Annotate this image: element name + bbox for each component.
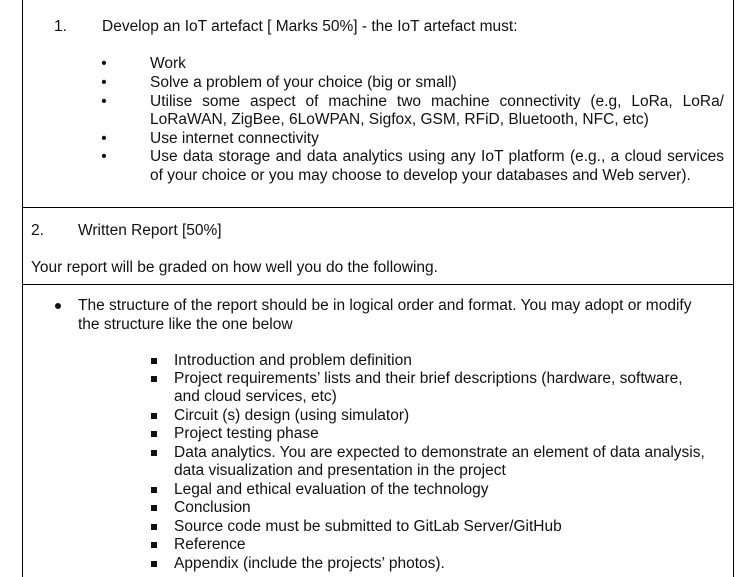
- item2-number: 2.: [31, 222, 44, 239]
- structure-point: The structure of the report should be in…: [78, 297, 692, 314]
- bullet-dot-icon: •: [101, 130, 107, 147]
- item1-bullet-continuation: LoRaWAN, ZigBee, 6LoWPAN, Sigfox, GSM, R…: [150, 111, 649, 128]
- square-bullet-icon: [151, 450, 157, 456]
- structure-item: Source code must be submitted to GitLab …: [174, 518, 562, 535]
- item1-number: 1.: [54, 18, 67, 35]
- structure-item: Reference: [174, 536, 246, 553]
- square-bullet-icon: [151, 561, 157, 567]
- bullet-dot-icon: •: [101, 148, 107, 165]
- item2-intro: Your report will be graded on how well y…: [31, 259, 438, 276]
- structure-item: Conclusion: [174, 499, 251, 516]
- square-bullet-icon: [151, 376, 157, 382]
- structure-item: Data analytics. You are expected to demo…: [174, 444, 705, 461]
- item1-bullet: Work: [150, 55, 186, 72]
- square-bullet-icon: [151, 358, 157, 364]
- square-bullet-icon: [151, 505, 157, 511]
- item1-heading: Develop an IoT artefact [ Marks 50%] - t…: [102, 18, 518, 35]
- structure-item-continuation: data visualization and presentation in t…: [174, 462, 506, 479]
- item1-bullet-continuation: of your choice or you may choose to deve…: [150, 167, 691, 184]
- section-divider: [23, 284, 733, 285]
- square-bullet-icon: [151, 413, 157, 419]
- structure-item: Project requirements’ lists and their br…: [174, 370, 683, 387]
- structure-point-continuation: the structure like the one below: [78, 316, 293, 333]
- bullet-dot-icon: •: [101, 55, 107, 72]
- square-bullet-icon: [151, 487, 157, 493]
- square-bullet-icon: [151, 431, 157, 437]
- structure-item: Circuit (s) design (using simulator): [174, 407, 410, 424]
- item1-bullet: Use data storage and data analytics usin…: [150, 148, 724, 165]
- item2-heading: Written Report [50%]: [78, 222, 222, 239]
- bullet-dot-icon: •: [101, 74, 107, 91]
- bullet-dot-icon: •: [101, 93, 107, 110]
- structure-item: Appendix (include the projects’ photos).: [174, 555, 445, 572]
- item1-bullet: Utilise some aspect of machine two machi…: [150, 93, 724, 110]
- structure-item-continuation: and cloud services, etc): [174, 388, 337, 405]
- structure-item: Introduction and problem definition: [174, 352, 412, 369]
- square-bullet-icon: [151, 542, 157, 548]
- bullet-dot-icon: [55, 303, 61, 309]
- structure-item: Legal and ethical evaluation of the tech…: [174, 481, 489, 498]
- structure-item: Project testing phase: [174, 425, 319, 442]
- square-bullet-icon: [151, 524, 157, 530]
- item1-bullet: Solve a problem of your choice (big or s…: [150, 74, 457, 91]
- section-divider: [23, 207, 733, 208]
- item1-bullet: Use internet connectivity: [150, 130, 319, 147]
